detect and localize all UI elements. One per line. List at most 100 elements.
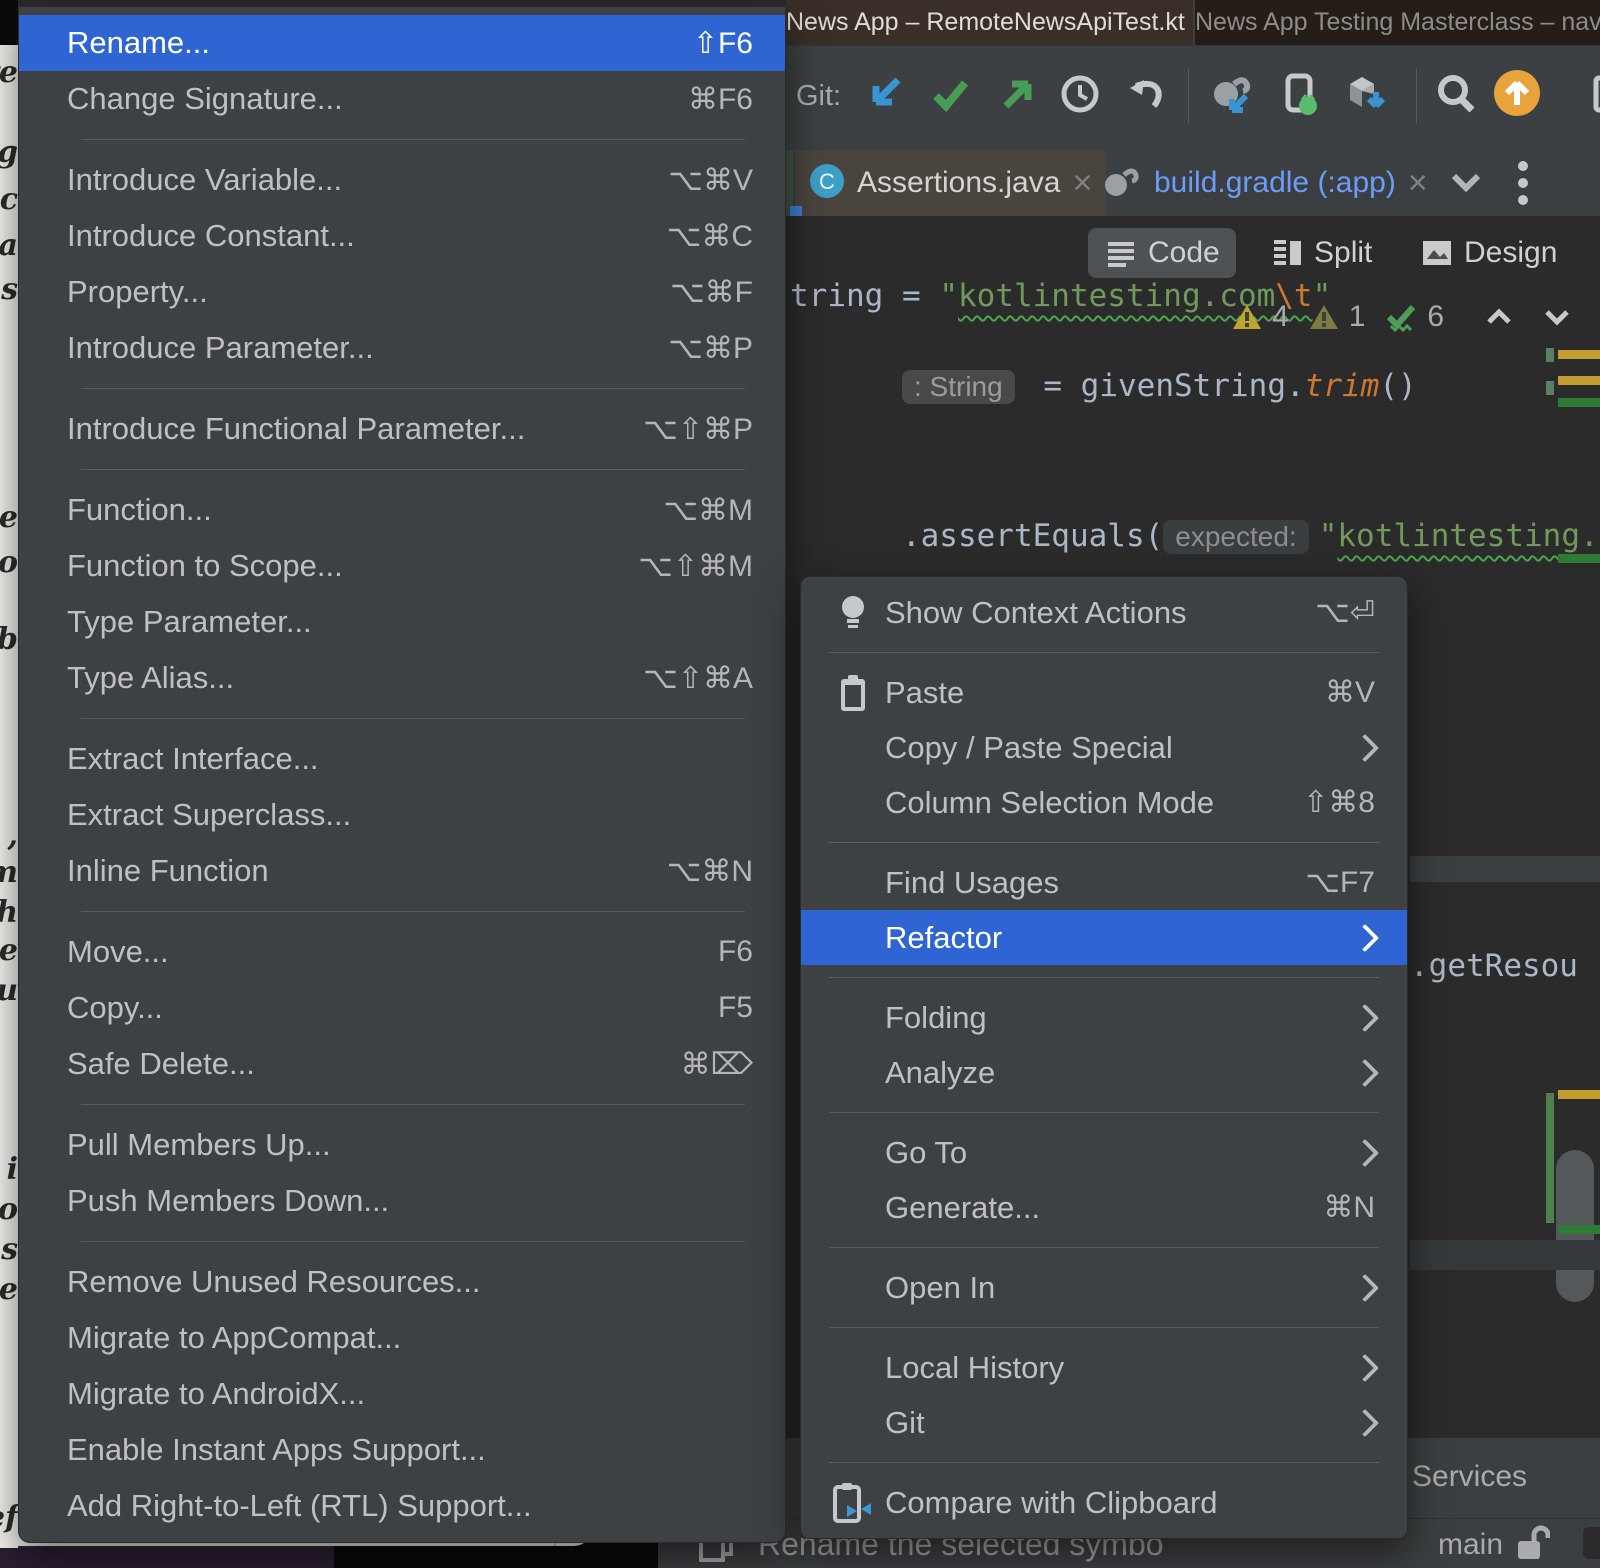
menu-item-extract-superclass[interactable]: Extract Superclass... [19, 787, 785, 843]
update-project-icon[interactable] [862, 72, 906, 116]
menu-item-migrate-to-appcompat[interactable]: Migrate to AppCompat... [19, 1310, 785, 1366]
push-icon[interactable] [994, 72, 1038, 116]
menu-item-refactor[interactable]: Refactor [801, 910, 1407, 965]
stripe-mark[interactable] [1558, 376, 1600, 385]
menu-item-introduce-constant[interactable]: Introduce Constant...⌥⌘C [19, 208, 785, 264]
device-manager-icon[interactable] [1278, 72, 1322, 116]
top-left-notch [0, 0, 18, 45]
menu-item-label: Pull Members Up... [67, 1127, 331, 1163]
menu-item-extract-interface[interactable]: Extract Interface... [19, 731, 785, 787]
stripe-mark[interactable] [1558, 350, 1600, 359]
menu-separator [829, 1112, 1379, 1113]
menu-item-remove-unused-resources[interactable]: Remove Unused Resources... [19, 1254, 785, 1310]
menu-item-go-to[interactable]: Go To [801, 1125, 1407, 1180]
menu-item-inline-function[interactable]: Inline Function⌥⌘N [19, 843, 785, 899]
git-label: Git: [796, 80, 841, 113]
toolbar-divider [1188, 68, 1189, 124]
page-text-fragment: m [0, 855, 18, 890]
stripe-mark[interactable] [1546, 348, 1554, 362]
ok-check-icon [1385, 302, 1417, 332]
history-icon[interactable] [1058, 72, 1102, 116]
menu-item-git[interactable]: Git [801, 1395, 1407, 1450]
menu-item-paste[interactable]: Paste⌘V [801, 665, 1407, 720]
stripe-mark[interactable] [1558, 1225, 1600, 1234]
page-text-fragment: re [0, 55, 18, 90]
menu-item-label: Add Right-to-Left (RTL) Support... [67, 1488, 532, 1524]
menu-item-copy-paste-special[interactable]: Copy / Paste Special [801, 720, 1407, 775]
mode-code-button[interactable]: Code [1088, 228, 1236, 278]
tab-assertions-java[interactable]: C Assertions.java × [795, 150, 1106, 216]
stripe-mark[interactable] [1558, 398, 1600, 407]
menu-item-function[interactable]: Function...⌥⌘M [19, 482, 785, 538]
menu-separator [829, 1247, 1379, 1248]
page-text-fragment: ng [0, 135, 18, 170]
menu-item-change-signature[interactable]: Change Signature...⌘F6 [19, 71, 785, 127]
menu-item-label: Property... [67, 274, 208, 310]
menu-item-label: Extract Superclass... [67, 797, 351, 833]
menu-item-shortcut: ⌥F7 [1305, 865, 1375, 900]
menu-item-folding[interactable]: Folding [801, 990, 1407, 1045]
mode-split-button[interactable]: Split [1254, 228, 1388, 278]
menu-item-add-right-to-left-rtl-support[interactable]: Add Right-to-Left (RTL) Support... [19, 1478, 785, 1534]
menu-item-label: Go To [885, 1135, 967, 1171]
lock-open-icon[interactable] [1510, 1525, 1550, 1568]
menu-item-push-members-down[interactable]: Push Members Down... [19, 1173, 785, 1229]
rollback-icon[interactable] [1124, 72, 1168, 116]
menu-item-introduce-variable[interactable]: Introduce Variable...⌥⌘V [19, 152, 785, 208]
menu-item-copy[interactable]: Copy...F5 [19, 980, 785, 1036]
menu-item-pull-members-up[interactable]: Pull Members Up... [19, 1117, 785, 1173]
menu-item-type-parameter[interactable]: Type Parameter... [19, 594, 785, 650]
menu-item-find-usages[interactable]: Find Usages⌥F7 [801, 855, 1407, 910]
stripe-mark[interactable] [1558, 1090, 1600, 1099]
page-text-fragment: o [0, 545, 18, 580]
stripe-mark[interactable] [1558, 554, 1600, 563]
menu-item-open-in[interactable]: Open In [801, 1260, 1407, 1315]
page-text-fragment: no [0, 1192, 18, 1227]
menu-item-safe-delete[interactable]: Safe Delete...⌘⌦ [19, 1036, 785, 1092]
menu-item-introduce-functional-parameter[interactable]: Introduce Functional Parameter...⌥⇧⌘P [19, 401, 785, 457]
menu-item-analyze[interactable]: Analyze [801, 1045, 1407, 1100]
screen: rengcnaseob,mheuinoseef News App – Remot… [0, 0, 1600, 1568]
menu-item-rename[interactable]: Rename...⇧F6 [19, 15, 785, 71]
window-title-inactive[interactable]: News App Testing Masterclass – navigatio… [1195, 0, 1600, 45]
menu-item-function-to-scope[interactable]: Function to Scope...⌥⇧⌘M [19, 538, 785, 594]
menu-item-column-selection-mode[interactable]: Column Selection Mode⇧⌘8 [801, 775, 1407, 830]
inspections-widget[interactable]: 4 1 6 [1232, 300, 1574, 334]
tab-label: Assertions.java [857, 166, 1060, 200]
menu-item-shortcut: F6 [718, 935, 753, 969]
menu-item-introduce-parameter[interactable]: Introduce Parameter...⌥⌘P [19, 320, 785, 376]
menu-item-show-context-actions[interactable]: Show Context Actions⌥⏎ [801, 585, 1407, 640]
menu-separator [81, 388, 745, 389]
menu-item-label: Compare with Clipboard [885, 1485, 1218, 1521]
tab-build-gradle[interactable]: build.gradle (:app) × [1086, 150, 1442, 216]
menu-separator [81, 1241, 745, 1242]
refactor-submenu: Rename...⇧F6Change Signature...⌘F6 Introd… [18, 6, 786, 1543]
menu-item-label: Enable Instant Apps Support... [67, 1432, 486, 1468]
stripe-mark[interactable] [1546, 381, 1554, 395]
commit-icon[interactable] [928, 72, 972, 116]
menu-item-move[interactable]: Move...F6 [19, 924, 785, 980]
menu-item-enable-instant-apps-support[interactable]: Enable Instant Apps Support... [19, 1422, 785, 1478]
chevron-down-icon[interactable] [1446, 164, 1486, 205]
search-everywhere-icon[interactable] [1434, 72, 1478, 116]
gradle-sync-icon[interactable] [1206, 72, 1250, 116]
menu-item-property[interactable]: Property...⌥⌘F [19, 264, 785, 320]
kebab-menu-icon[interactable] [1516, 158, 1530, 208]
menu-item-compare-with-clipboard[interactable]: Compare with Clipboard [801, 1475, 1407, 1530]
sdk-manager-icon[interactable] [1342, 72, 1386, 116]
close-icon[interactable]: × [1408, 166, 1428, 200]
services-tool-window-label[interactable]: Services [1412, 1460, 1527, 1494]
menu-item-migrate-to-androidx[interactable]: Migrate to AndroidX... [19, 1366, 785, 1422]
menu-item-shortcut: ⌥⌘N [667, 854, 753, 889]
menu-item-local-history[interactable]: Local History [801, 1340, 1407, 1395]
java-class-icon: C [809, 163, 845, 204]
menu-item-generate[interactable]: Generate...⌘N [801, 1180, 1407, 1235]
git-branch-widget[interactable]: main [1438, 1528, 1503, 1562]
mode-design-button[interactable]: Design [1404, 228, 1573, 278]
menu-item-type-alias[interactable]: Type Alias...⌥⇧⌘A [19, 650, 785, 706]
paste-icon [829, 673, 877, 713]
menu-item-label: Safe Delete... [67, 1046, 255, 1082]
update-available-icon[interactable] [1492, 68, 1536, 112]
window-title-active[interactable]: News App – RemoteNewsApiTest.kt [News_A… [786, 0, 1193, 45]
status-corner-icon[interactable] [1583, 1527, 1600, 1559]
